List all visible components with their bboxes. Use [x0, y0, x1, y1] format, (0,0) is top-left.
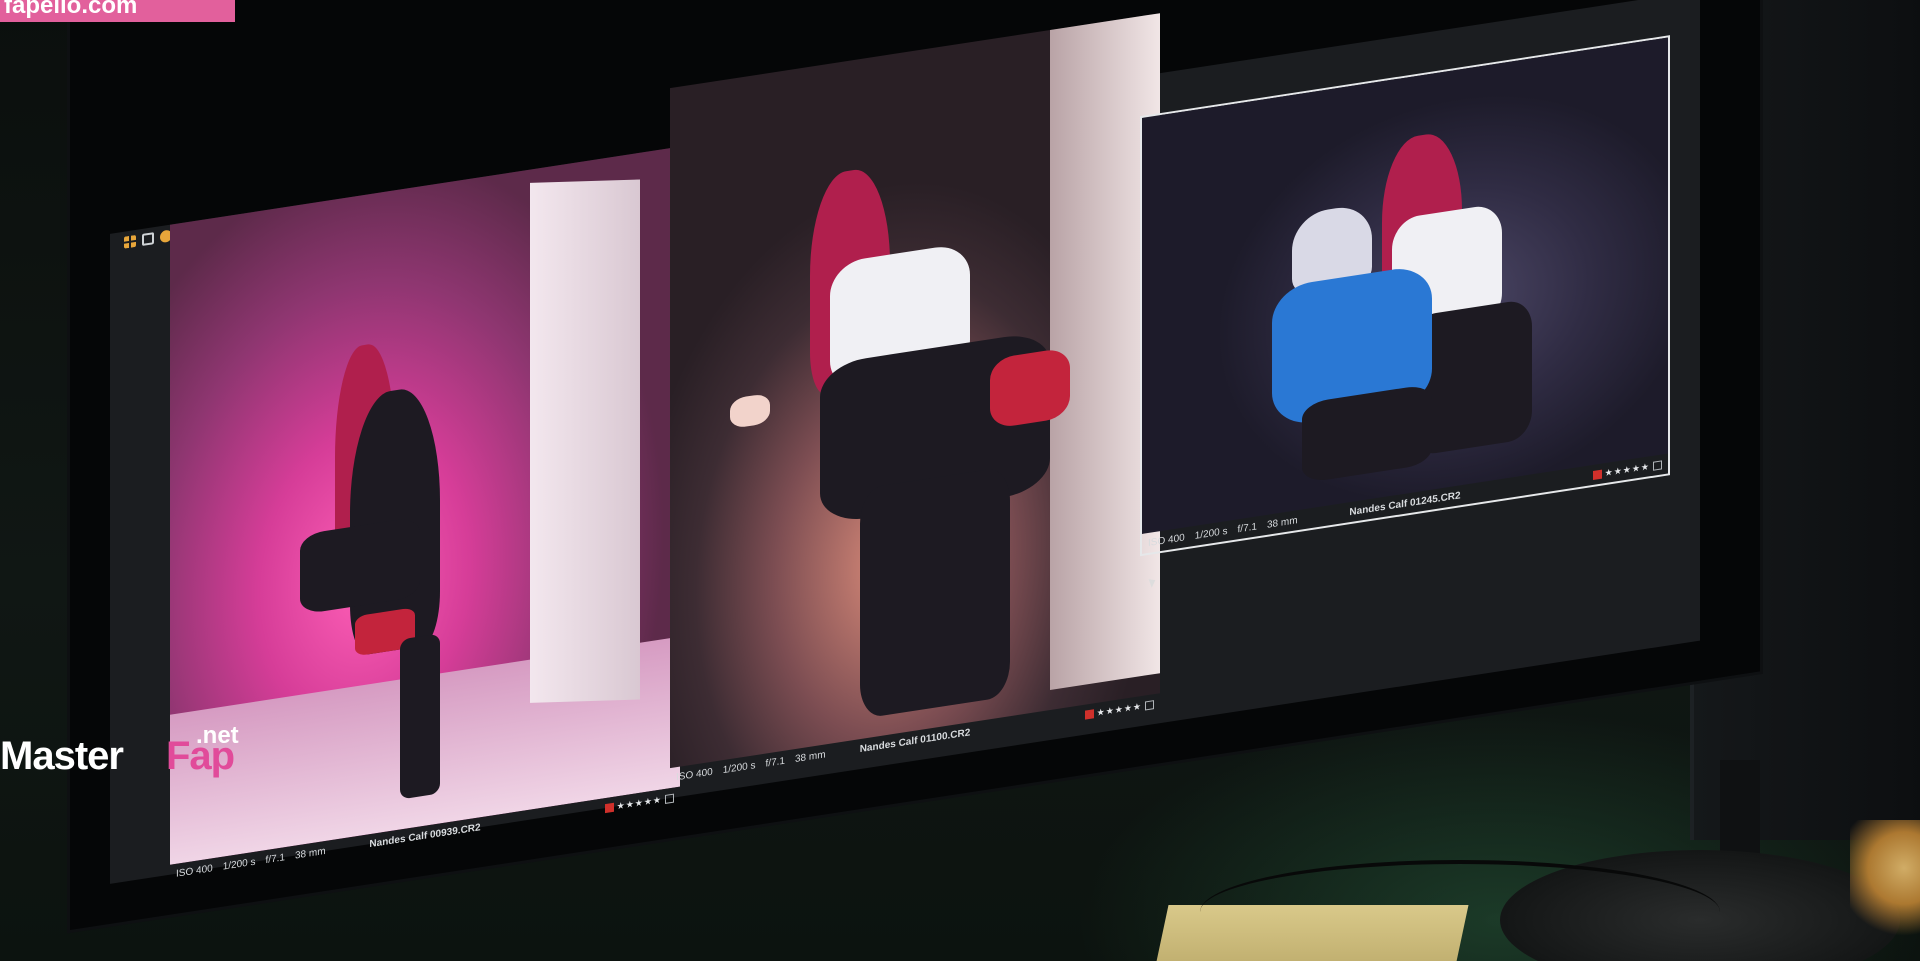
iso-value: ISO 400	[1148, 531, 1185, 549]
aperture-value: f/7.1	[765, 755, 785, 770]
aperture-value: f/7.1	[1237, 520, 1257, 535]
single-view-icon[interactable]	[142, 232, 154, 246]
grid-view-icon[interactable]	[124, 234, 136, 249]
tag-box-icon[interactable]	[665, 793, 674, 804]
watermark-net-text: .net	[196, 722, 239, 749]
watermark-bottom: Master Fap .net	[0, 722, 260, 788]
watermark-top: fapello.com	[0, 0, 235, 22]
focal-value: 38 mm	[294, 845, 326, 862]
watermark-master-text: Master	[0, 734, 124, 778]
figure-boots	[400, 633, 440, 800]
color-label-red[interactable]	[1592, 469, 1602, 480]
photo-thumbnail-selected[interactable]: ISO 400 1/200 s f/7.1 38 mm Nandes Calf …	[1140, 35, 1670, 557]
photo-scene: ∂ Background +	[0, 0, 1920, 961]
tag-box-icon[interactable]	[1653, 459, 1662, 471]
figure-hand	[730, 392, 770, 430]
aperture-value: f/7.1	[265, 851, 285, 866]
shutter-value: 1/200 s	[1194, 525, 1228, 542]
star-rating[interactable]: ★★★★★	[617, 794, 662, 812]
iso-value: ISO 400	[676, 766, 713, 783]
focal-value: 38 mm	[1266, 514, 1298, 531]
tag-box-icon[interactable]	[1145, 699, 1154, 711]
color-label-red[interactable]	[604, 802, 614, 813]
focal-value: 38 mm	[794, 748, 826, 765]
lamp-glow	[1850, 820, 1920, 940]
star-rating[interactable]: ★★★★★	[1605, 461, 1650, 479]
watermark-top-text: fapello.com	[4, 0, 138, 19]
cable	[1200, 860, 1720, 961]
photo-thumbnail[interactable]: ISO 400 1/200 s f/7.1 38 mm Nandes Calf …	[670, 13, 1160, 788]
photo-image	[670, 13, 1160, 769]
color-label-red[interactable]	[1084, 708, 1094, 720]
shutter-value: 1/200 s	[222, 856, 256, 873]
figure-legs	[860, 466, 1010, 720]
shutter-value: 1/200 s	[722, 759, 756, 776]
photo-image	[1142, 37, 1668, 534]
star-rating[interactable]: ★★★★★	[1097, 700, 1142, 718]
white-flat	[530, 179, 640, 703]
iso-value: ISO 400	[176, 862, 213, 880]
